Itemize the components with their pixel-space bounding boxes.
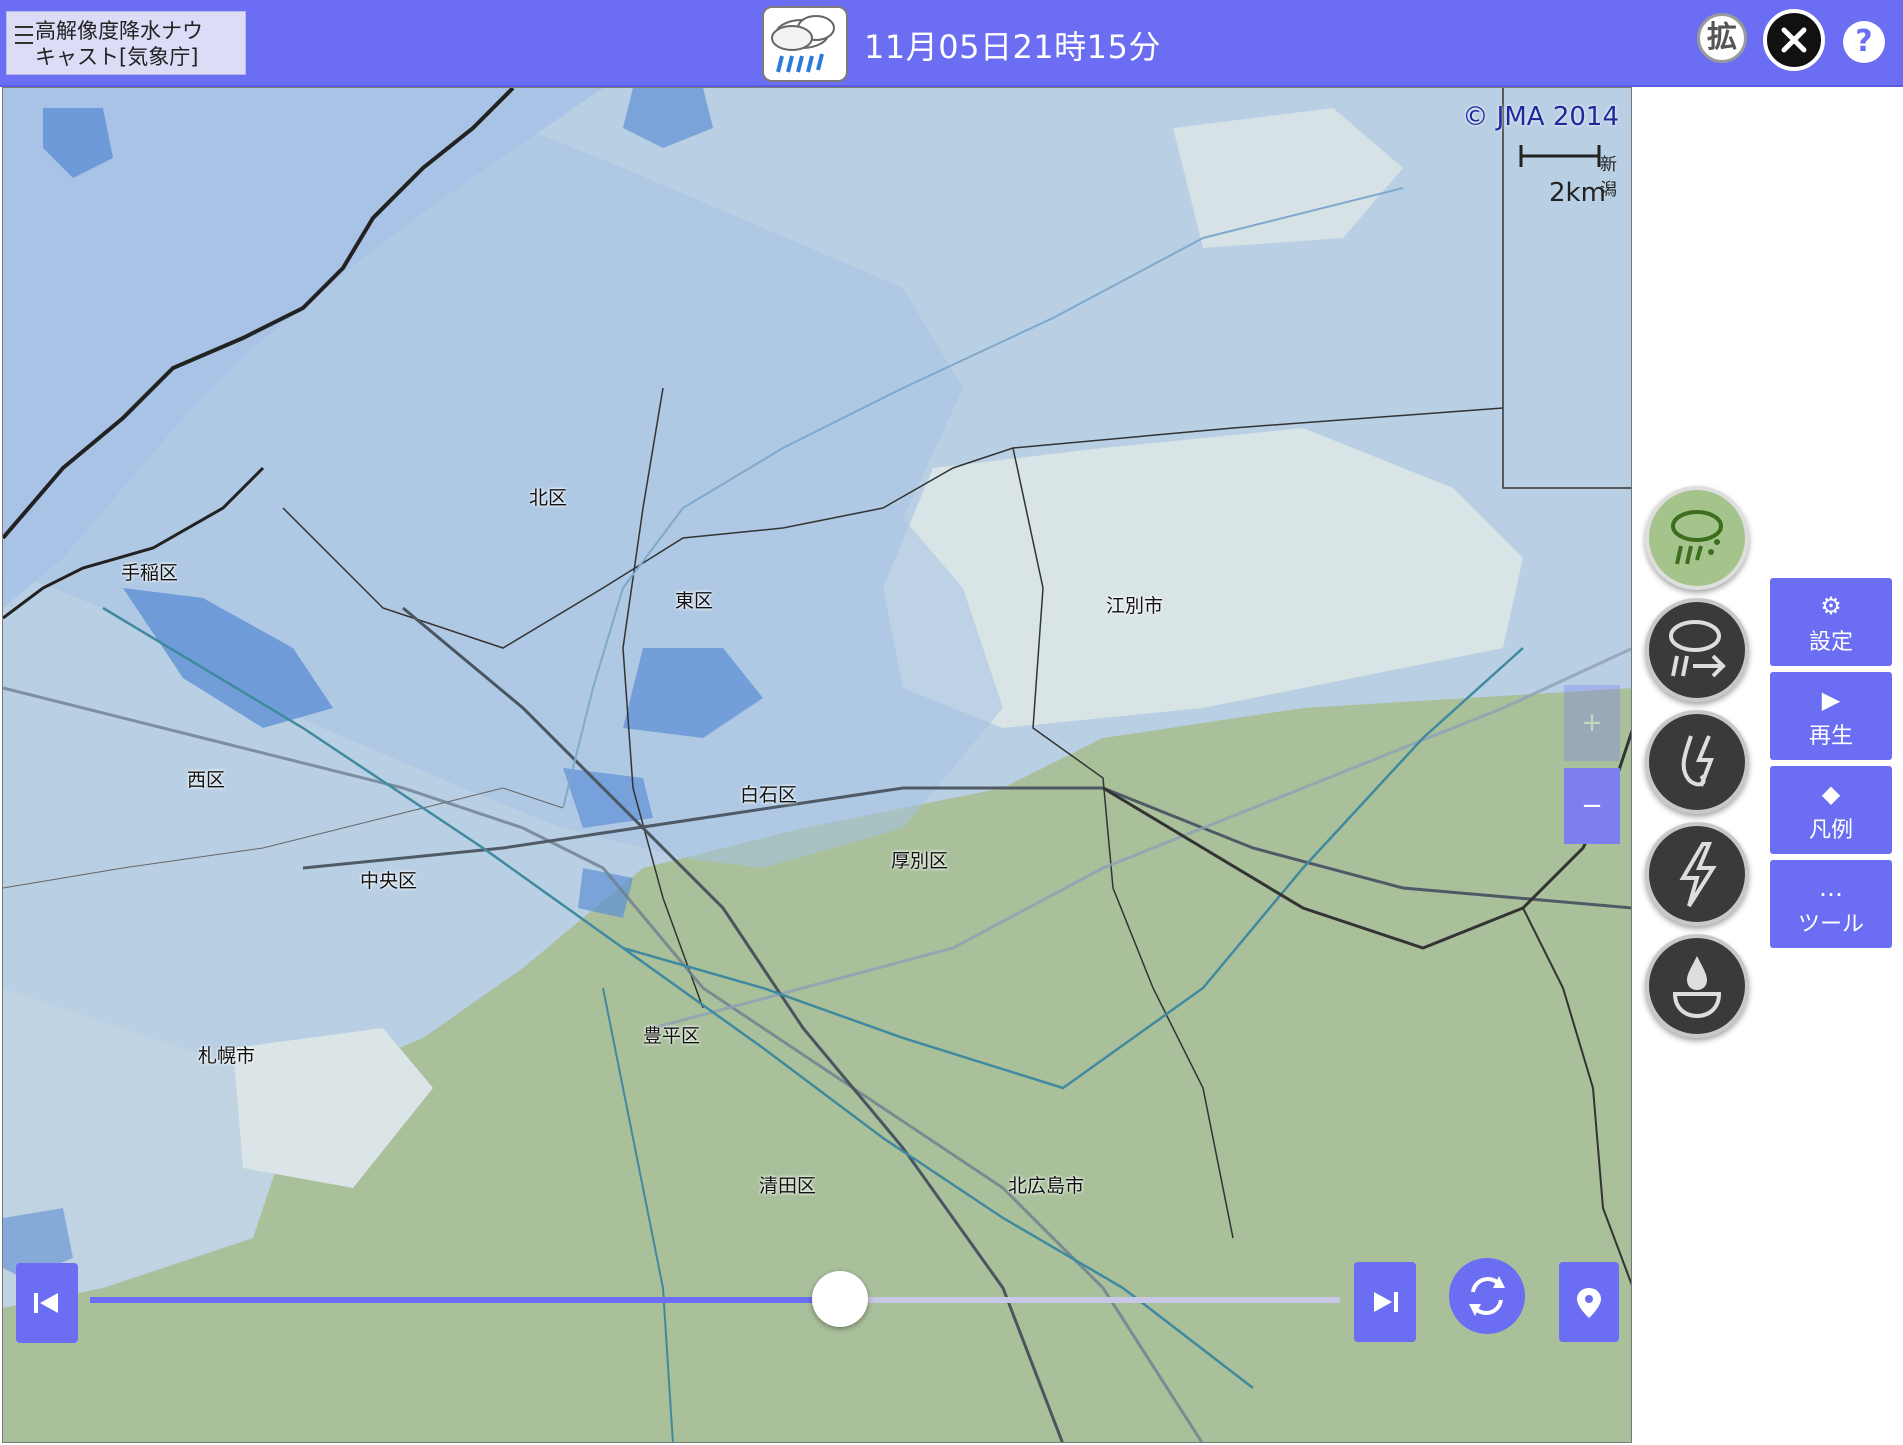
top-bar: 高解像度降水ナウ キャスト[気象庁] 11月05日21時15分 拡 ?	[0, 0, 1903, 87]
label-kiyota-ku: 清田区	[759, 1175, 817, 1197]
label-kita-ku: 北区	[529, 487, 568, 509]
zoom-in-button[interactable]: +	[1564, 685, 1620, 761]
legend-button[interactable]: ◆ 凡例	[1770, 766, 1892, 854]
close-icon	[1781, 27, 1807, 53]
label-teine-ku: 手稲区	[121, 562, 179, 584]
tornado-icon	[1681, 735, 1714, 787]
refresh-icon	[1469, 1276, 1505, 1316]
timeline-knob[interactable]	[812, 1271, 868, 1327]
app-title: 高解像度降水ナウ キャスト[気象庁]	[35, 19, 203, 69]
map-copyright: © JMA 2014	[1462, 102, 1619, 132]
rain-arrow-icon	[1669, 620, 1726, 678]
lightning-icon	[1679, 842, 1717, 908]
location-pin-icon	[1577, 1288, 1601, 1318]
current-location-button[interactable]	[1559, 1262, 1619, 1342]
zoom-out-button[interactable]: −	[1564, 768, 1620, 844]
skip-back-icon	[34, 1293, 58, 1313]
tools-button[interactable]: … ツール	[1770, 860, 1892, 948]
close-button[interactable]	[1763, 9, 1825, 71]
label-chuo-ku: 中央区	[360, 870, 418, 892]
rain-cloud-icon	[1671, 510, 1723, 565]
menu-button[interactable]: 高解像度降水ナウ キャスト[気象庁]	[6, 11, 246, 75]
gear-icon: ⚙	[1820, 592, 1842, 620]
label-kitahiroshima-shi: 北広島市	[1008, 1175, 1085, 1197]
layer-water-button[interactable]	[1645, 934, 1749, 1038]
layer-lightning-button[interactable]	[1645, 822, 1749, 926]
scale-label: 2km	[1549, 178, 1606, 208]
timeline-progress	[90, 1297, 840, 1303]
play-icon: ▶	[1821, 686, 1841, 714]
expand-button[interactable]: 拡	[1697, 13, 1747, 63]
map-view[interactable]: 北区 東区 手稲区 西区 中央区 白石区 厚別区 江別市 豊平区 札幌市 清田区…	[2, 87, 1632, 1443]
settings-button[interactable]: ⚙ 設定	[1770, 578, 1892, 666]
label-sapporo-shi: 札幌市	[198, 1045, 256, 1067]
skip-forward-icon	[1374, 1292, 1398, 1312]
layer-tornado-button[interactable]	[1645, 710, 1749, 814]
map-canvas	[3, 88, 1631, 1442]
tag-icon: ◆	[1821, 780, 1841, 808]
layer-rain-movement-button[interactable]	[1645, 598, 1749, 702]
label-toyohira-ku: 豊平区	[643, 1025, 701, 1047]
rain-cloud-icon	[762, 6, 848, 82]
layer-rain-button[interactable]	[1645, 486, 1749, 590]
last-frame-button[interactable]	[1354, 1262, 1416, 1342]
label-higashi-ku: 東区	[675, 590, 714, 612]
hamburger-icon	[15, 26, 33, 46]
help-button[interactable]: ?	[1843, 21, 1885, 63]
refresh-button[interactable]	[1449, 1258, 1525, 1334]
first-frame-button[interactable]	[16, 1263, 78, 1343]
label-ebetsu-shi: 江別市	[1106, 595, 1164, 617]
forecast-datetime: 11月05日21時15分	[864, 28, 1161, 66]
label-atsubetsu-ku: 厚別区	[891, 850, 949, 872]
play-button[interactable]: ▶ 再生	[1770, 672, 1892, 760]
label-shiroishi-ku: 白石区	[740, 784, 798, 806]
more-icon: …	[1819, 874, 1843, 902]
water-drop-icon	[1672, 956, 1722, 1019]
label-nishi-ku: 西区	[187, 769, 226, 791]
